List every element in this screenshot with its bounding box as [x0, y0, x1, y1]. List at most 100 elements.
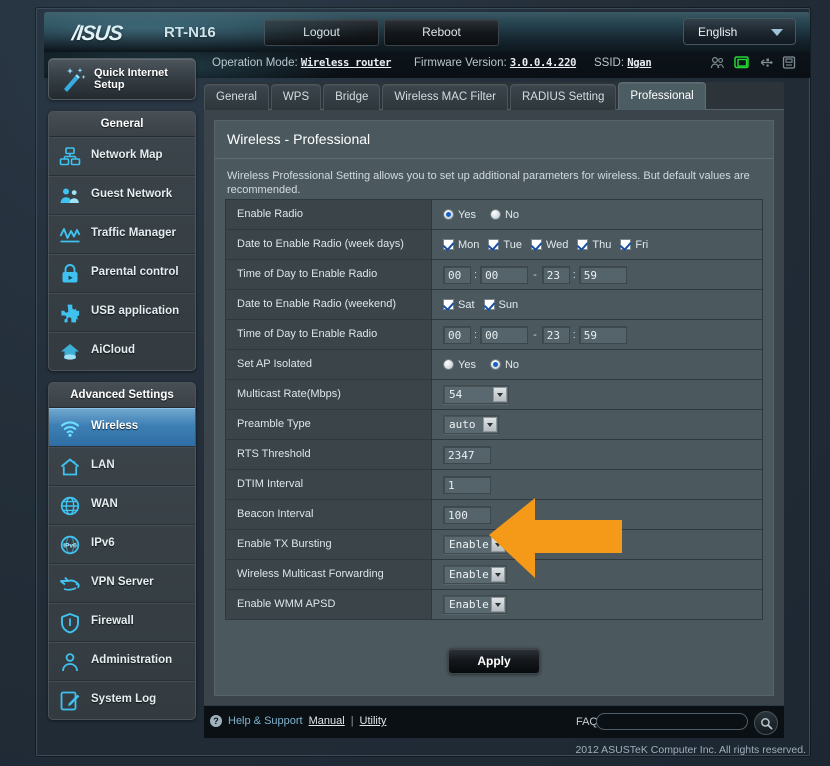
weekend-end-hour-input[interactable]: 23 — [541, 325, 570, 344]
radio-label: No — [504, 208, 520, 221]
tab-radius-setting[interactable]: RADIUS Setting — [509, 84, 617, 110]
weekday-end-hour-input[interactable]: 23 — [541, 265, 570, 284]
checkbox-fri[interactable]: Fri — [620, 239, 648, 251]
time-separator: : — [474, 268, 478, 281]
tab-bridge[interactable]: Bridge — [323, 84, 381, 110]
sidebar-item-lan[interactable]: LAN — [49, 447, 195, 486]
utility-link[interactable]: Utility — [360, 715, 387, 727]
ap-isolated-yes[interactable]: Yes — [443, 359, 476, 371]
monitor-icon[interactable] — [734, 56, 749, 69]
weekday-start-hour-input[interactable]: 00 — [443, 265, 471, 284]
row-value: 54 — [432, 380, 762, 409]
checkbox[interactable] — [620, 239, 632, 250]
rts-threshold-input[interactable]: 2347 — [443, 445, 491, 464]
multicast-forwarding-select[interactable]: Enable — [443, 565, 507, 584]
sidebar-item-guest-network[interactable]: Guest Network — [49, 176, 195, 215]
weekend-start-minute-input[interactable]: 00 — [480, 325, 529, 344]
chevron-down-icon[interactable] — [491, 597, 505, 612]
enable-radio-yes[interactable]: Yes — [443, 209, 476, 221]
sidebar-item-label: Administration — [91, 654, 173, 666]
weekday-start-minute-input[interactable]: 00 — [480, 265, 529, 284]
dtim-interval-input[interactable]: 1 — [443, 475, 491, 494]
apply-button[interactable]: Apply — [448, 648, 540, 674]
sidebar-item-network-map[interactable]: Network Map — [49, 137, 195, 176]
weekend-start-hour-input[interactable]: 00 — [443, 325, 471, 344]
checkbox-thu[interactable]: Thu — [577, 239, 611, 251]
checkbox[interactable] — [577, 239, 589, 250]
radio-button[interactable] — [489, 359, 501, 370]
checkbox[interactable] — [443, 239, 454, 250]
sidebar-item-ipv6[interactable]: IPv6 IPv6 — [49, 525, 195, 564]
chevron-down-icon[interactable] — [491, 537, 505, 552]
logout-button[interactable]: Logout — [264, 19, 379, 46]
operation-mode-value[interactable]: Wireless router — [301, 57, 392, 69]
tx-bursting-select[interactable]: Enable — [443, 535, 507, 554]
sidebar-item-parental-control[interactable]: Parental control — [49, 254, 195, 293]
beacon-interval-input[interactable]: 100 — [443, 505, 491, 524]
preamble-type-select[interactable]: auto — [443, 415, 499, 434]
usb-icon[interactable] — [758, 56, 773, 69]
chevron-down-icon[interactable] — [493, 387, 507, 402]
row-label: Beacon Interval — [226, 500, 432, 529]
sidebar-item-usb-application[interactable]: USB application — [49, 293, 195, 332]
wmm-apsd-select[interactable]: Enable — [443, 595, 507, 614]
faq-search-input[interactable] — [596, 713, 748, 730]
clients-icon[interactable] — [710, 56, 725, 69]
row-date-weekdays: Date to Enable Radio (week days) Mon Tue — [226, 230, 762, 260]
chevron-down-icon[interactable] — [483, 417, 497, 432]
quick-internet-setup-button[interactable]: Quick Internet Setup — [48, 58, 196, 100]
sidebar-item-traffic-manager[interactable]: Traffic Manager — [49, 215, 195, 254]
sidebar-item-firewall[interactable]: Firewall — [49, 603, 195, 642]
search-icon[interactable] — [754, 711, 778, 735]
chevron-down-icon[interactable] — [491, 567, 505, 582]
checkbox[interactable] — [530, 239, 542, 250]
tab-general[interactable]: General — [204, 84, 269, 110]
help-support-label[interactable]: Help & Support — [228, 715, 303, 727]
apply-button-wrap: Apply — [225, 639, 763, 683]
checkbox[interactable] — [443, 299, 454, 310]
settings-panel: Wireless - Professional Wireless Profess… — [204, 109, 784, 705]
row-value: Enable — [432, 530, 762, 559]
firmware-value[interactable]: 3.0.0.4.220 — [510, 57, 577, 69]
traffic-manager-icon — [59, 224, 81, 246]
checkbox-mon[interactable]: Mon — [443, 239, 479, 251]
weekday-end-minute-input[interactable]: 59 — [578, 265, 627, 284]
sidebar-item-label: Traffic Manager — [91, 227, 176, 239]
sidebar-item-wan[interactable]: WAN — [49, 486, 195, 525]
multicast-rate-select[interactable]: 54 — [443, 385, 509, 404]
printer-icon[interactable] — [782, 56, 796, 69]
ssid-value[interactable]: Ngan — [627, 57, 651, 69]
select-value: Enable — [449, 598, 489, 611]
weekend-end-minute-input[interactable]: 59 — [578, 325, 627, 344]
tab-wps[interactable]: WPS — [270, 84, 322, 110]
reboot-button[interactable]: Reboot — [384, 19, 499, 46]
checkbox-wed[interactable]: Wed — [530, 239, 568, 251]
sidebar-item-system-log[interactable]: System Log — [49, 681, 195, 719]
language-selector[interactable]: English — [683, 18, 796, 45]
guest-network-icon — [59, 185, 81, 207]
ap-isolated-no[interactable]: No — [489, 359, 519, 371]
tab-wireless-mac-filter[interactable]: Wireless MAC Filter — [382, 84, 508, 110]
select-value: 54 — [449, 388, 463, 401]
checkbox[interactable] — [488, 239, 500, 250]
checkbox-sun[interactable]: Sun — [483, 298, 519, 311]
checkbox-tue[interactable]: Tue — [488, 239, 522, 251]
radio-button[interactable] — [443, 359, 454, 370]
enable-radio-no[interactable]: No — [489, 208, 520, 221]
row-label: Preamble Type — [226, 410, 432, 439]
checkbox-label: Sun — [498, 298, 519, 311]
checkbox-label: Tue — [503, 238, 522, 251]
tab-professional[interactable]: Professional — [618, 82, 706, 110]
sidebar-item-wireless[interactable]: Wireless — [49, 408, 195, 447]
radio-button[interactable] — [489, 209, 501, 220]
sidebar-item-label: Parental control — [91, 266, 179, 278]
sidebar-item-administration[interactable]: Administration — [49, 642, 195, 681]
sidebar-item-aicloud[interactable]: AiCloud — [49, 332, 195, 370]
manual-link[interactable]: Manual — [309, 715, 345, 727]
status-icon-group — [710, 56, 796, 69]
checkbox-sat[interactable]: Sat — [443, 299, 475, 311]
radio-button[interactable] — [443, 209, 454, 220]
sidebar-item-vpn-server[interactable]: VPN Server — [49, 564, 195, 603]
title-divider — [215, 158, 773, 159]
checkbox[interactable] — [483, 299, 495, 310]
